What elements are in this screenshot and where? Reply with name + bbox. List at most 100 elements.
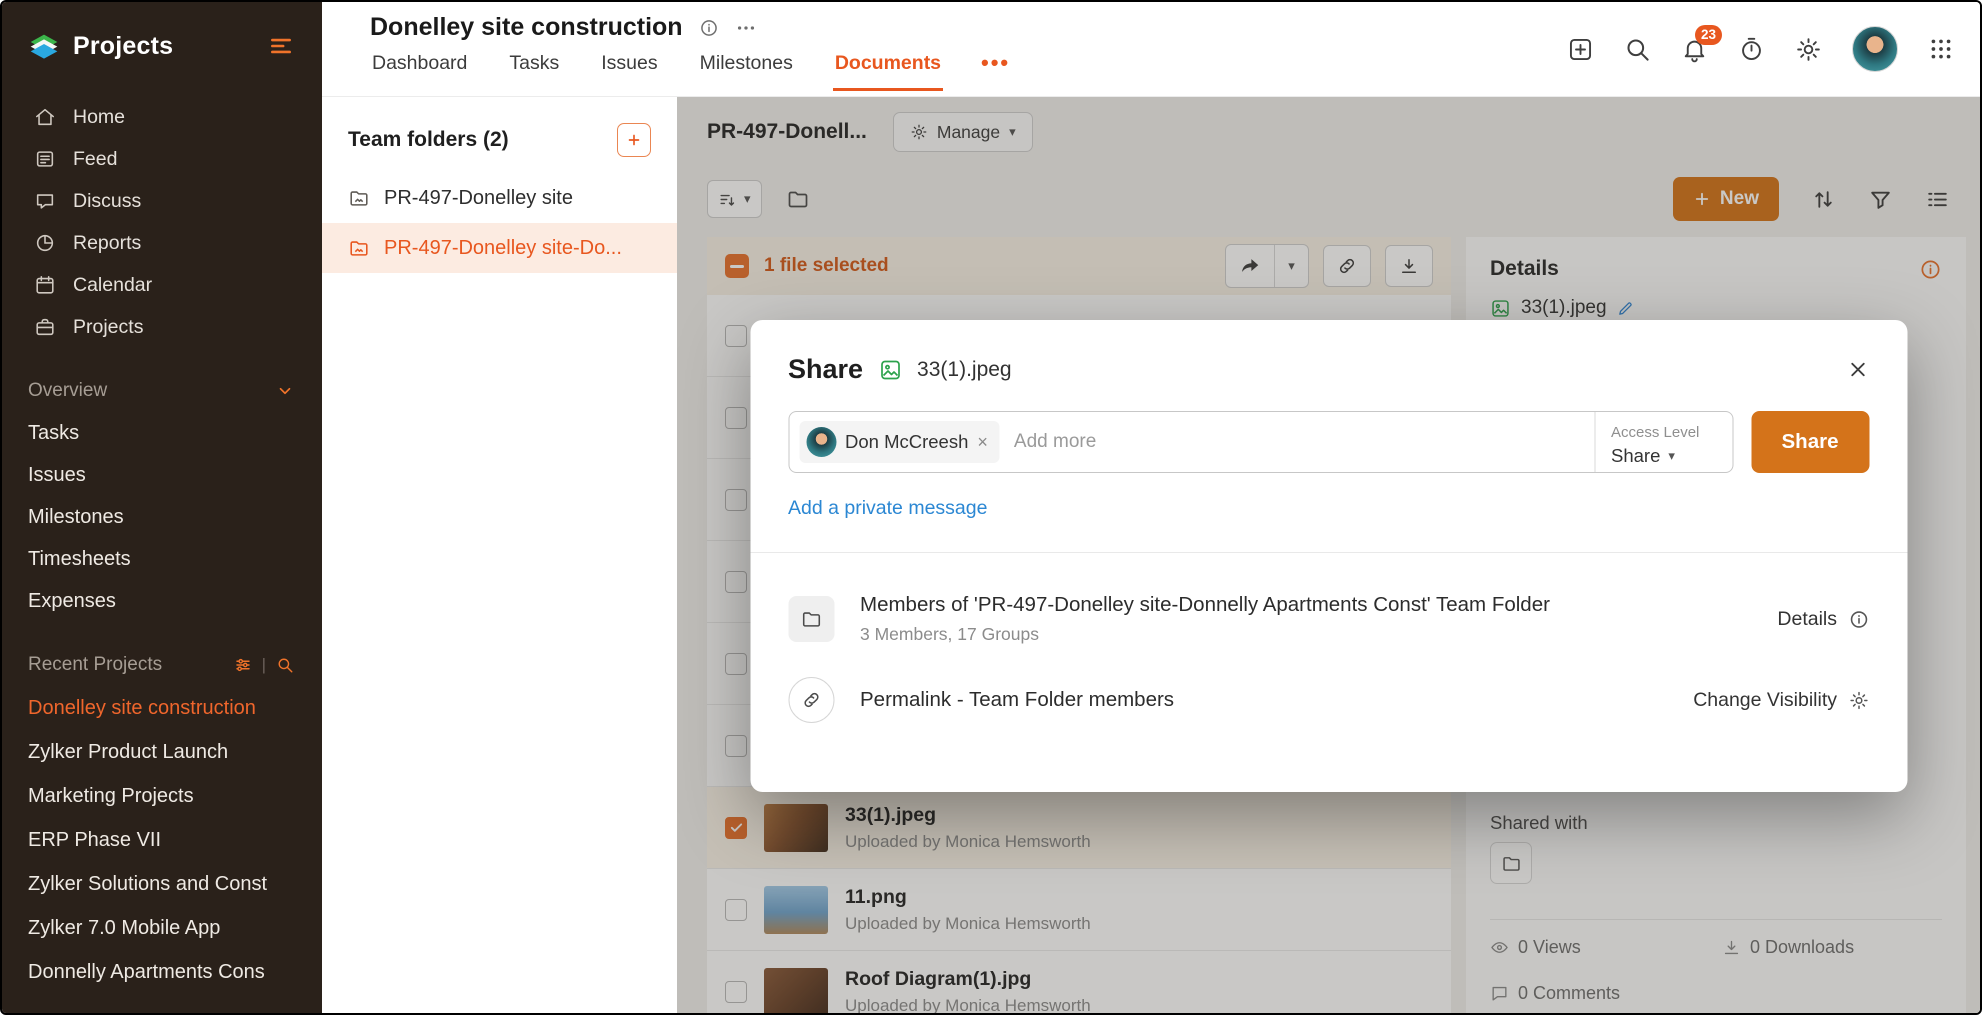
recent-project-item[interactable]: Marketing Projects — [2, 774, 322, 818]
recipient-chip: Don McCreesh × — [799, 421, 1000, 463]
feed-icon — [34, 148, 56, 170]
project-info-icon[interactable] — [699, 18, 719, 38]
tab-tasks[interactable]: Tasks — [507, 44, 561, 91]
reports-icon — [34, 232, 56, 254]
app-window: Projects Home Feed Discuss Reports — [0, 0, 1982, 1015]
access-level-dropdown[interactable]: Access Level Share ▾ — [1594, 412, 1732, 472]
sidebar-item-timesheets[interactable]: Timesheets — [2, 538, 322, 580]
access-level-label: Access Level — [1611, 424, 1714, 441]
notifications-bell-icon[interactable]: 23 — [1681, 36, 1708, 63]
documents-main-area: PR-497-Donell... Manage ▾ ▾ — [677, 97, 1980, 1013]
item-label: Marketing Projects — [28, 785, 194, 808]
recent-project-item[interactable]: Donelley site construction — [2, 686, 322, 730]
share-modal: Share 33(1).jpeg Don McCreesh × — [750, 320, 1907, 792]
sidebar-item-milestones[interactable]: Milestones — [2, 496, 322, 538]
recent-projects-header: Recent Projects | — [2, 644, 322, 686]
item-label: Donnelly Apartments Cons — [28, 961, 265, 984]
access-level-value: Share — [1611, 445, 1660, 467]
overview-label: Overview — [28, 380, 107, 402]
members-details-button[interactable]: Details — [1777, 608, 1869, 631]
divider: | — [262, 655, 266, 675]
sidebar-toggle-icon[interactable] — [268, 33, 294, 59]
sidebar-item-home[interactable]: Home — [2, 96, 322, 138]
settings-gear-icon[interactable] — [1795, 36, 1822, 63]
search-icon[interactable] — [1624, 36, 1651, 63]
tab-milestones[interactable]: Milestones — [698, 44, 795, 91]
sidebar-nav: Home Feed Discuss Reports Calendar Proje… — [2, 96, 322, 348]
projects-logo-icon — [28, 30, 60, 62]
chevron-down-icon: ▾ — [1668, 448, 1675, 464]
share-submit-button[interactable]: Share — [1751, 411, 1869, 473]
folder-image-icon — [348, 237, 370, 259]
briefcase-icon — [34, 316, 56, 338]
permalink-row-title: Permalink - Team Folder members — [860, 688, 1174, 712]
change-visibility-button[interactable]: Change Visibility — [1693, 689, 1869, 712]
add-private-message-link[interactable]: Add a private message — [788, 497, 987, 520]
remove-recipient-icon[interactable]: × — [977, 433, 988, 451]
members-details-label: Details — [1777, 608, 1837, 631]
item-label: Issues — [28, 464, 86, 487]
sidebar-item-tasks[interactable]: Tasks — [2, 412, 322, 454]
sidebar-item-issues[interactable]: Issues — [2, 454, 322, 496]
recent-projects-label: Recent Projects — [28, 654, 162, 676]
recent-project-item[interactable]: ERP Phase VII — [2, 818, 322, 862]
image-file-icon — [878, 358, 902, 382]
page-title: Donelley site construction — [370, 13, 683, 42]
timer-icon[interactable] — [1738, 36, 1765, 63]
title-more-icon[interactable] — [735, 17, 757, 39]
tab-issues[interactable]: Issues — [599, 44, 659, 91]
overview-header[interactable]: Overview — [2, 370, 322, 412]
recipient-name: Don McCreesh — [845, 431, 968, 453]
quick-add-icon[interactable] — [1567, 36, 1594, 63]
sidebar-item-expenses[interactable]: Expenses — [2, 580, 322, 622]
recipients-input-box[interactable]: Don McCreesh × Access Level Share ▾ — [788, 411, 1733, 473]
sidebar-item-feed[interactable]: Feed — [2, 138, 322, 180]
item-label: ERP Phase VII — [28, 829, 161, 852]
calendar-icon — [34, 274, 56, 296]
recent-project-item[interactable]: Zylker Solutions and Const — [2, 862, 322, 906]
add-team-folder-button[interactable] — [617, 123, 651, 157]
team-folder-item-active[interactable]: PR-497-Donelley site-Do... — [322, 223, 677, 273]
brand-row: Projects — [2, 2, 322, 82]
close-icon[interactable] — [1846, 358, 1869, 381]
sidebar-item-calendar[interactable]: Calendar — [2, 264, 322, 306]
discuss-icon — [34, 190, 56, 212]
nav-label: Discuss — [73, 190, 141, 213]
top-bar: Donelley site construction Dashboard Tas… — [322, 2, 1980, 97]
item-label: Timesheets — [28, 548, 131, 571]
item-label: Tasks — [28, 422, 79, 445]
chevron-down-icon[interactable] — [276, 382, 294, 400]
recent-project-item[interactable]: Zylker Product Launch — [2, 730, 322, 774]
sidebar-item-reports[interactable]: Reports — [2, 222, 322, 264]
item-label: Expenses — [28, 590, 116, 613]
item-label: Zylker Solutions and Const — [28, 873, 267, 896]
recipient-avatar — [806, 427, 836, 457]
search-icon[interactable] — [276, 656, 294, 674]
sliders-icon[interactable] — [234, 656, 252, 674]
permalink-row: Permalink - Team Folder members Change V… — [788, 677, 1869, 723]
team-folder-item[interactable]: PR-497-Donelley site — [322, 173, 677, 223]
apps-grid-icon[interactable] — [1928, 36, 1954, 62]
members-row-title: Members of 'PR-497-Donelley site-Donnell… — [860, 593, 1550, 617]
sidebar-item-projects[interactable]: Projects — [2, 306, 322, 348]
add-more-input[interactable] — [1014, 431, 1594, 453]
home-icon — [34, 106, 56, 128]
recent-project-item[interactable]: Donnelly Apartments Cons — [2, 950, 322, 994]
change-visibility-label: Change Visibility — [1693, 689, 1837, 712]
divider — [750, 552, 1907, 553]
nav-label: Feed — [73, 148, 117, 171]
recent-project-item[interactable]: Zylker 7.0 Mobile App — [2, 906, 322, 950]
item-label: Donelley site construction — [28, 697, 256, 720]
folder-image-icon — [348, 187, 370, 209]
folder-icon — [788, 596, 834, 642]
tab-dashboard[interactable]: Dashboard — [370, 44, 469, 91]
nav-label: Projects — [73, 316, 143, 339]
tab-documents[interactable]: Documents — [833, 44, 943, 91]
nav-label: Reports — [73, 232, 141, 255]
overview-section: Overview Tasks Issues Milestones Timeshe… — [2, 370, 322, 622]
sidebar: Projects Home Feed Discuss Reports — [2, 2, 322, 1013]
user-avatar[interactable] — [1852, 26, 1898, 72]
item-label: Zylker Product Launch — [28, 741, 228, 764]
sidebar-item-discuss[interactable]: Discuss — [2, 180, 322, 222]
tabs-more-icon[interactable]: ••• — [981, 50, 1010, 91]
